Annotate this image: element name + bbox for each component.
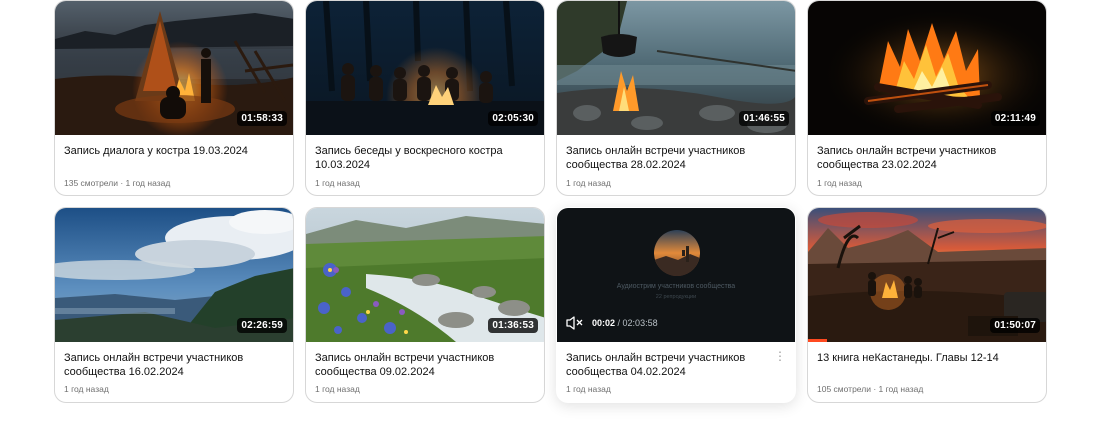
video-duration: 01:58:33 [237,111,287,126]
video-duration: 02:11:49 [990,111,1040,126]
video-thumbnail[interactable]: 01:50:07 [808,208,1046,342]
video-meta: 1 год назад [817,178,862,188]
video-card[interactable]: 01:58:33 Запись диалога у костра 19.03.2… [54,0,294,196]
video-meta: 105 смотрели · 1 год назад [817,384,924,394]
stream-title: Аудиострим участников сообщества [616,283,736,290]
video-meta: 1 год назад [566,178,611,188]
stream-cover-image [654,230,700,276]
video-card[interactable]: 02:26:59 Запись онлайн встречи участнико… [54,207,294,403]
video-card[interactable]: 02:11:49 Запись онлайн встречи участнико… [807,0,1047,196]
video-duration: 01:46:55 [739,111,789,126]
total-time: 02:03:58 [622,318,658,328]
video-title[interactable]: Запись онлайн встречи участников сообщес… [315,351,522,379]
video-meta: 1 год назад [566,384,611,394]
video-thumbnail[interactable]: 01:46:55 [557,1,795,135]
current-time: 00:02 [592,318,616,328]
mute-button[interactable] [565,315,583,336]
video-card-playing[interactable]: Аудиострим участников сообщества 22 репр… [556,207,796,403]
video-title[interactable]: Запись онлайн встречи участников сообщес… [817,144,1024,172]
video-meta: 1 год назад [315,178,360,188]
video-card[interactable]: 01:46:55 Запись онлайн встречи участнико… [556,0,796,196]
playback-time: 00:02 / 02:03:58 [592,318,658,328]
video-title[interactable]: Запись онлайн встречи участников сообщес… [64,351,271,379]
video-duration: 01:36:53 [488,318,538,333]
speaker-muted-icon [566,316,583,330]
video-card[interactable]: 02:05:30 Запись беседы у воскресного кос… [305,0,545,196]
video-thumbnail[interactable]: 02:11:49 [808,1,1046,135]
video-title[interactable]: Запись онлайн встречи участников сообщес… [566,351,773,379]
video-grid: 01:58:33 Запись диалога у костра 19.03.2… [54,0,1047,403]
stream-subtitle: 22 репродукции [655,294,697,300]
video-card[interactable]: 01:36:53 Запись онлайн встречи участнико… [305,207,545,403]
audio-stream-player[interactable]: Аудиострим участников сообщества 22 репр… [557,208,795,342]
more-options-icon[interactable]: ⋮ [774,350,786,362]
video-title[interactable]: Запись онлайн встречи участников сообщес… [566,144,773,172]
video-meta: 1 год назад [64,384,109,394]
video-title[interactable]: Запись беседы у воскресного костра 10.03… [315,144,522,172]
video-thumbnail[interactable]: 01:36:53 [306,208,544,342]
time-separator: / [615,318,623,328]
video-thumbnail[interactable]: 02:05:30 [306,1,544,135]
video-duration: 02:26:59 [237,318,287,333]
video-title[interactable]: 13 книга неКастанеды. Главы 12-14 [817,351,1024,365]
video-thumbnail[interactable]: 01:58:33 [55,1,293,135]
watch-progress-bar [808,339,828,342]
video-meta: 1 год назад [315,384,360,394]
video-title[interactable]: Запись диалога у костра 19.03.2024 [64,144,271,158]
video-card[interactable]: 01:50:07 13 книга неКастанеды. Главы 12-… [807,207,1047,403]
video-meta: 135 смотрели · 1 год назад [64,178,171,188]
video-thumbnail[interactable]: 02:26:59 [55,208,293,342]
video-player[interactable]: Аудиострим участников сообщества 22 репр… [557,208,795,342]
video-duration: 02:05:30 [488,111,538,126]
video-duration: 01:50:07 [990,318,1040,333]
